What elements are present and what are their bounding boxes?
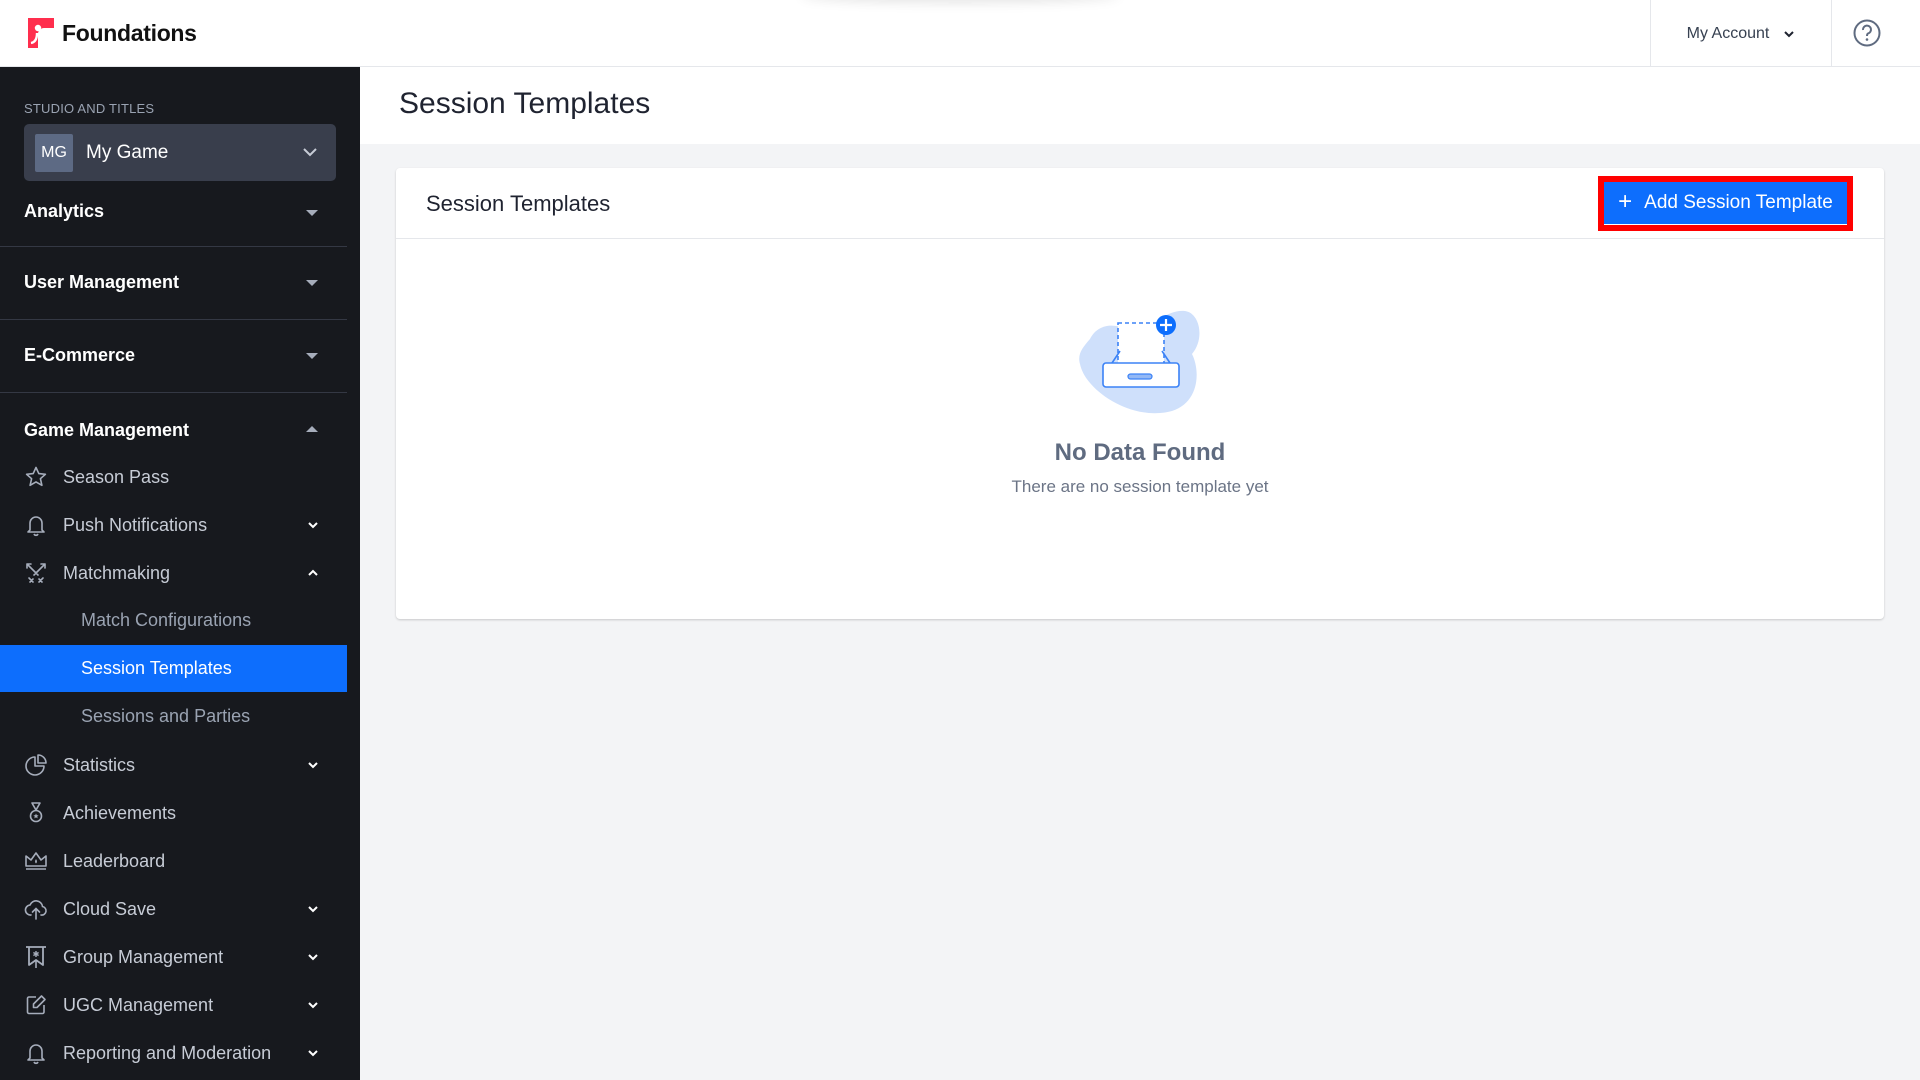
chevron-down-icon <box>1784 30 1795 37</box>
caret-down-icon <box>306 210 318 216</box>
nav-label: Push Notifications <box>63 514 208 535</box>
nav-label: Group Management <box>63 946 224 967</box>
nav-label: Achievements <box>63 802 177 823</box>
crossed-swords-icon <box>26 563 46 583</box>
chevron-down-icon[interactable] <box>306 950 320 964</box>
caret-down-icon <box>306 353 318 359</box>
section-title: User Management <box>24 272 180 292</box>
crown-icon <box>25 852 47 870</box>
chevron-down-icon[interactable] <box>306 1046 320 1060</box>
chevron-down-icon[interactable] <box>306 998 320 1012</box>
add-session-template-label: Add Session Template <box>1644 192 1833 213</box>
sidebar-item-push-notifications[interactable]: Push Notifications <box>0 503 347 547</box>
star-icon <box>25 466 47 487</box>
sidebar-item-group-management[interactable]: Group Management <box>0 935 347 979</box>
banner-icon <box>26 946 46 968</box>
section-title: E-Commerce <box>24 345 136 365</box>
empty-inbox-icon <box>1079 310 1200 414</box>
nav-label: Session Templates <box>81 658 232 678</box>
medal-icon <box>29 802 43 823</box>
nav-label: Cloud Save <box>63 898 157 919</box>
empty-state: No Data Found There are no session templ… <box>396 239 1884 619</box>
nav-label: Leaderboard <box>63 850 166 871</box>
add-session-template-button[interactable]: + Add Session Template <box>1604 182 1847 225</box>
my-account-label: My Account <box>1686 24 1770 42</box>
plus-icon: + <box>1618 188 1633 215</box>
chevron-down-icon[interactable] <box>306 758 320 772</box>
nav-label: Statistics <box>63 754 136 775</box>
nav-label: Sessions and Parties <box>81 706 251 726</box>
session-templates-card: Session Templates + Add Session Template… <box>396 168 1884 619</box>
studio-avatar: MG <box>35 133 73 172</box>
nav-label: Season Pass <box>63 466 170 487</box>
studio-label: STUDIO AND TITLES <box>24 101 155 116</box>
sidebar-subitem-session-templates[interactable]: Session Templates <box>0 645 347 692</box>
sidebar-item-achievements[interactable]: Achievements <box>0 791 347 835</box>
empty-state-subtitle: There are no session template yet <box>1011 477 1269 496</box>
foundations-logo-icon <box>28 18 54 48</box>
sidebar-section-e-commerce[interactable]: E-Commerce <box>0 320 347 392</box>
chevron-down-icon <box>303 148 317 157</box>
nav-label: Reporting and Moderation <box>63 1042 272 1063</box>
my-account-menu[interactable]: My Account <box>1650 0 1832 67</box>
sidebar-item-ugc-management[interactable]: UGC Management <box>0 983 347 1027</box>
pie-chart-icon <box>25 754 47 776</box>
sidebar-section-user-management[interactable]: User Management <box>0 247 347 319</box>
help-icon[interactable] <box>1852 18 1882 48</box>
nav-label: Matchmaking <box>63 562 171 583</box>
chevron-down-icon[interactable] <box>306 518 320 532</box>
sidebar-item-matchmaking[interactable]: Matchmaking <box>0 551 347 595</box>
brand-logo[interactable]: Foundations <box>28 18 197 48</box>
caret-down-icon <box>306 280 318 286</box>
add-session-template-highlight: + Add Session Template <box>1598 176 1853 231</box>
cloud-upload-icon <box>24 900 47 920</box>
chevron-up-icon[interactable] <box>306 566 320 580</box>
empty-state-title: No Data Found <box>1054 439 1226 466</box>
sidebar-item-statistics[interactable]: Statistics <box>0 743 347 787</box>
page-title: Session Templates <box>399 87 651 120</box>
sidebar-subitem-sessions-and-parties[interactable]: Sessions and Parties <box>0 693 347 740</box>
top-header: Foundations My Account <box>0 0 1920 67</box>
edit-icon <box>26 995 46 1015</box>
card-title: Session Templates <box>426 191 611 216</box>
sidebar-item-cloud-save[interactable]: Cloud Save <box>0 887 347 931</box>
section-title: Game Management <box>24 420 190 440</box>
sidebar-item-leaderboard[interactable]: Leaderboard <box>0 839 347 883</box>
studio-title-selector[interactable]: MG My Game <box>24 124 336 181</box>
sidebar-item-reporting-and-moderation[interactable]: Reporting and Moderation <box>0 1031 347 1075</box>
sidebar-section-analytics[interactable]: Analytics <box>0 197 347 253</box>
nav-label: Match Configurations <box>81 610 252 630</box>
section-title: Analytics <box>24 201 105 221</box>
caret-up-icon <box>306 426 318 432</box>
nav-label: UGC Management <box>63 994 214 1015</box>
card-header: Session Templates + Add Session Template <box>396 168 1884 239</box>
brand-name: Foundations <box>62 19 197 46</box>
studio-name: My Game <box>86 141 169 163</box>
sidebar-subitem-match-configurations[interactable]: Match Configurations <box>0 597 347 644</box>
sidebar: STUDIO AND TITLES MG My Game Analytics U… <box>0 67 360 1080</box>
bell-icon <box>27 1044 45 1065</box>
page-header: Session Templates <box>360 67 1920 144</box>
sidebar-item-season-pass[interactable]: Season Pass <box>0 455 347 499</box>
chevron-down-icon[interactable] <box>306 902 320 916</box>
bell-icon <box>27 516 45 537</box>
